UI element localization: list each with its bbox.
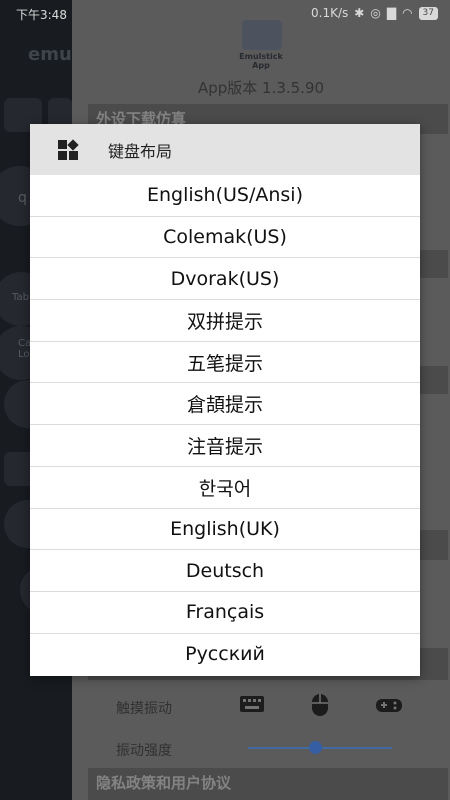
dialog-title: 键盘布局	[108, 141, 173, 161]
layout-option-english-uk[interactable]: English(UK)	[30, 509, 420, 551]
layout-option-wubi[interactable]: 五笔提示	[30, 342, 420, 384]
dialog-header: 键盘布局	[30, 124, 420, 175]
keyboard-layout-dialog: 键盘布局 English(US/Ansi) Colemak(US) Dvorak…	[30, 124, 420, 676]
layout-option-dvorak[interactable]: Dvorak(US)	[30, 258, 420, 301]
layout-option-colemak[interactable]: Colemak(US)	[30, 217, 420, 259]
layout-option-korean[interactable]: 한국어	[30, 467, 420, 509]
layout-option-russian[interactable]: Русский	[30, 634, 420, 676]
layout-option-cangjie[interactable]: 倉頡提示	[30, 383, 420, 426]
layout-option-francais[interactable]: Français	[30, 592, 420, 634]
layout-option-english-us-ansi[interactable]: English(US/Ansi)	[30, 175, 420, 217]
layout-grid-icon	[58, 138, 80, 160]
layout-option-shuangpin[interactable]: 双拼提示	[30, 300, 420, 342]
layout-option-zhuyin[interactable]: 注音提示	[30, 425, 420, 467]
layout-option-deutsch[interactable]: Deutsch	[30, 550, 420, 592]
layout-option-list: English(US/Ansi) Colemak(US) Dvorak(US) …	[30, 175, 420, 675]
